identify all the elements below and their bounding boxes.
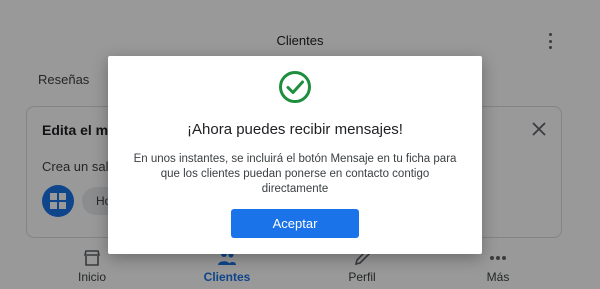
- check-circle-icon: [279, 71, 311, 103]
- dialog-title: ¡Ahora puedes recibir mensajes!: [187, 121, 403, 138]
- dialog-body: En unos instantes, se incluirá el botón …: [133, 153, 457, 195]
- confirmation-dialog: ¡Ahora puedes recibir mensajes! En unos …: [108, 56, 482, 254]
- accept-button[interactable]: Aceptar: [231, 209, 359, 238]
